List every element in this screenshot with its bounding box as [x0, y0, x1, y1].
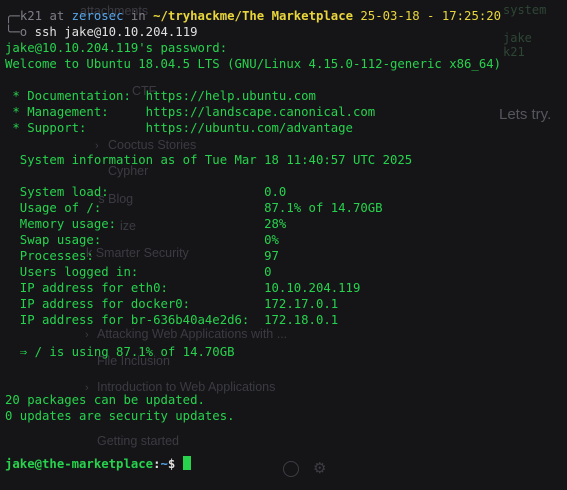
terminal-output-line: IP address for docker0: 172.17.0.1 [5, 297, 339, 311]
terminal-output-line: * Documentation: https://help.ubuntu.com [5, 89, 316, 103]
terminal-cursor [182, 456, 191, 470]
prompt-at: at [49, 9, 65, 23]
final-prompt[interactable]: jake@the-marketplace:~$ [5, 456, 191, 472]
terminal-output-line: * Support: https://ubuntu.com/advantage [5, 121, 353, 135]
terminal-output-line: System load: 0.0 [5, 185, 287, 199]
terminal-output-line: 0 updates are security updates. [5, 409, 235, 423]
terminal-output-line: 20 packages can be updated. [5, 393, 205, 407]
terminal-output-line: Welcome to Ubuntu 18.04.5 LTS (GNU/Linux… [5, 57, 502, 71]
command-line: ╰─o ssh jake@10.10.204.119 [5, 24, 198, 40]
prompt-user-host: jake@the-marketplace [5, 457, 154, 471]
prompt-corner: ╭─ [5, 9, 20, 23]
prompt-datetime: 25-03-18 - 17:25:20 [360, 9, 502, 23]
terminal-output-line: jake@10.10.204.119's password: [5, 41, 228, 55]
prompt-path: ~/tryhackme/The Marketplace [153, 9, 353, 23]
prompt-user: k21 [19, 9, 43, 23]
prompt-cwd: ~ [160, 457, 168, 471]
terminal-output-line: IP address for br-636b40a4e2d6: 172.18.0… [5, 313, 339, 327]
terminal-output-line: System information as of Tue Mar 18 11:4… [5, 153, 413, 167]
terminal-output-line: IP address for eth0: 10.10.204.119 [5, 281, 361, 295]
command-text: ssh jake@10.10.204.119 [34, 25, 198, 39]
terminal-output-line: Usage of /: 87.1% of 14.70GB [5, 201, 383, 215]
terminal-output-line: Swap usage: 0% [5, 233, 279, 247]
prompt-in: in [130, 9, 146, 23]
terminal-output-line: Memory usage: 28% [5, 217, 287, 231]
terminal-output-line: * Management: https://landscape.canonica… [5, 105, 376, 119]
terminal-output-line: ⇒ / is using 87.1% of 14.70GB [5, 345, 235, 359]
prompt-corner-bottom: ╰─o [5, 25, 28, 39]
terminal[interactable]: ╭─k21 at zerosec in ~/tryhackme/The Mark… [0, 0, 567, 490]
terminal-output-line: Users logged in: 0 [5, 265, 272, 279]
terminal-output-line: Processes: 97 [5, 249, 279, 263]
prompt-host: zerosec [71, 9, 124, 23]
prompt-header: ╭─k21 at zerosec in ~/tryhackme/The Mark… [5, 8, 501, 24]
prompt-symbol: $ [167, 457, 176, 471]
